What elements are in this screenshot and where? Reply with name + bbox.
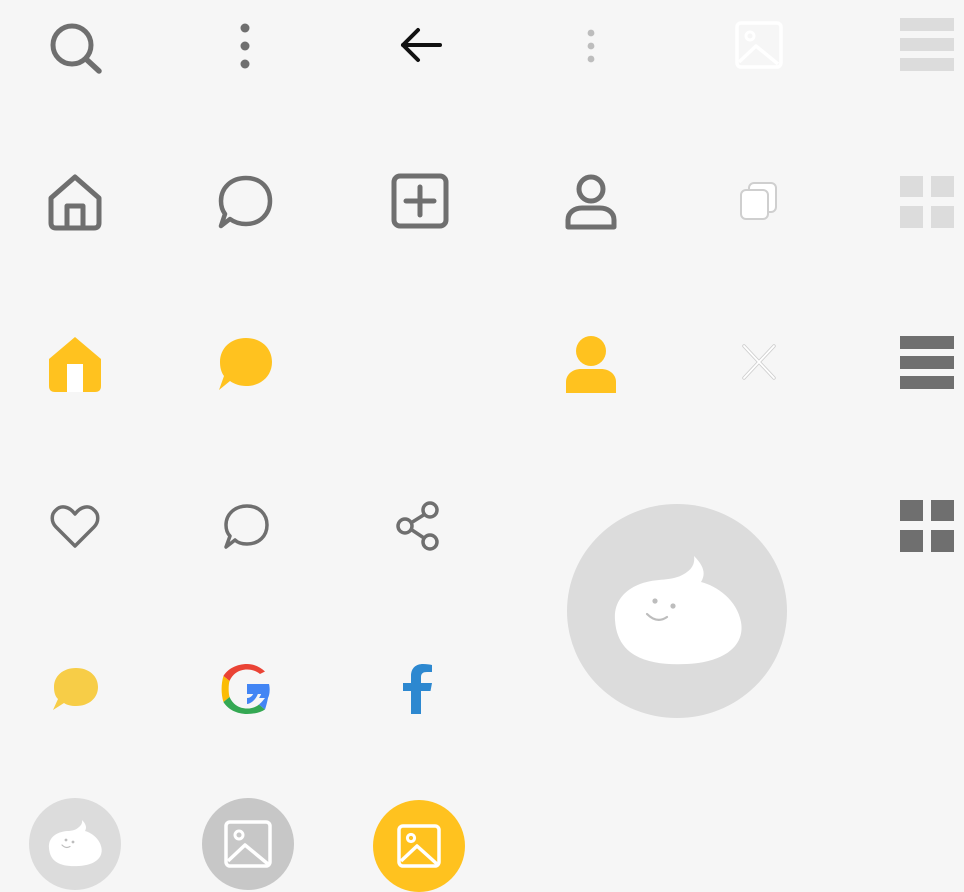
- chat-bubble-filled-icon[interactable]: [216, 336, 274, 392]
- search-icon[interactable]: [44, 20, 106, 74]
- image-button-gray-icon[interactable]: [202, 798, 294, 890]
- home-filled-icon[interactable]: [46, 334, 104, 394]
- heart-outline-icon[interactable]: [50, 504, 100, 550]
- close-icon[interactable]: [738, 340, 780, 384]
- copy-icon[interactable]: [738, 180, 780, 222]
- default-avatar-large-icon: [567, 504, 787, 718]
- google-logo-icon[interactable]: [221, 664, 272, 714]
- person-outline-icon[interactable]: [564, 172, 618, 232]
- add-square-icon[interactable]: [390, 172, 450, 230]
- arrow-left-icon[interactable]: [398, 26, 444, 64]
- home-outline-icon[interactable]: [46, 172, 104, 232]
- facebook-logo-icon[interactable]: [402, 664, 434, 714]
- person-filled-icon[interactable]: [564, 334, 618, 394]
- share-icon[interactable]: [394, 500, 442, 552]
- grid-view-icon[interactable]: [900, 500, 954, 552]
- list-view-light-icon[interactable]: [900, 18, 954, 72]
- default-avatar-small-icon: [29, 798, 121, 890]
- image-placeholder-icon: [734, 20, 784, 70]
- image-button-yellow-icon[interactable]: [373, 800, 465, 892]
- more-vertical-icon[interactable]: [236, 22, 254, 70]
- comment-outline-icon[interactable]: [222, 502, 270, 550]
- more-vertical-light-icon[interactable]: [584, 28, 598, 64]
- chat-bubble-outline-icon[interactable]: [216, 174, 274, 230]
- icon-sheet: [0, 0, 964, 892]
- list-view-icon[interactable]: [900, 336, 954, 390]
- grid-view-light-icon[interactable]: [900, 176, 954, 228]
- kakao-talk-icon[interactable]: [50, 666, 100, 712]
